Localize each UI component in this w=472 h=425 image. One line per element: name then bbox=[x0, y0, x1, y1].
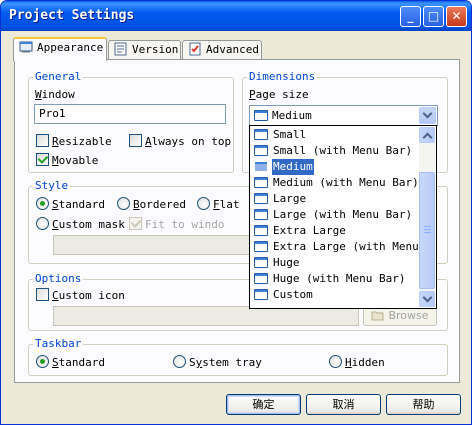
fit-to-window-label: Fit to windo bbox=[145, 218, 225, 231]
tab-advanced-label: Advanced bbox=[206, 43, 259, 56]
chevron-down-icon bbox=[422, 108, 433, 119]
page-size-icon bbox=[254, 225, 268, 236]
taskbar-legend: Taskbar bbox=[33, 337, 84, 350]
fit-to-window-checkbox[interactable] bbox=[129, 217, 142, 230]
page-size-icon bbox=[254, 161, 268, 172]
taskbar-system-tray-radio[interactable] bbox=[173, 355, 186, 368]
page-size-icon bbox=[254, 273, 268, 284]
page-size-icon bbox=[254, 241, 268, 252]
page-size-icon bbox=[254, 129, 268, 140]
mask-path-input[interactable] bbox=[53, 235, 253, 255]
taskbar-system-tray-label: System tray bbox=[189, 356, 262, 369]
dropdown-option[interactable]: Custom bbox=[250, 287, 420, 303]
maximize-button[interactable]: □ bbox=[423, 6, 444, 27]
scroll-up-button[interactable] bbox=[419, 127, 435, 143]
page-size-icon bbox=[254, 145, 268, 156]
resizable-checkbox[interactable] bbox=[36, 134, 49, 147]
icon-path-input[interactable] bbox=[53, 306, 359, 326]
minimize-button[interactable]: _ bbox=[400, 6, 421, 27]
dropdown-option[interactable]: Medium (with Menu Bar) bbox=[250, 175, 420, 191]
page-size-dropdown-list: Small Small (with Menu Bar) Medium Mediu… bbox=[249, 125, 437, 309]
dropdown-option[interactable]: Extra Large (with Menu Bar) bbox=[250, 239, 420, 255]
movable-checkbox[interactable] bbox=[36, 153, 49, 166]
taskbar-standard-label: Standard bbox=[52, 356, 105, 369]
page-size-icon bbox=[254, 257, 268, 268]
advanced-icon bbox=[189, 42, 201, 56]
dropdown-option[interactable]: Huge bbox=[250, 255, 420, 271]
ok-button[interactable]: 确定 bbox=[226, 394, 301, 415]
taskbar-hidden-radio[interactable] bbox=[329, 355, 342, 368]
style-flat-radio[interactable] bbox=[197, 197, 210, 210]
page-size-icon bbox=[254, 193, 268, 204]
page-size-value: Medium bbox=[272, 109, 312, 122]
minimize-icon: _ bbox=[407, 9, 414, 23]
title-bar[interactable]: Project Settings _ □ ✕ bbox=[1, 1, 471, 31]
taskbar-standard-radio[interactable] bbox=[36, 355, 49, 368]
dropdown-option[interactable]: Extra Large bbox=[250, 223, 420, 239]
page-size-select[interactable]: Medium bbox=[249, 105, 438, 126]
page-size-icon bbox=[254, 110, 268, 121]
close-button[interactable]: ✕ bbox=[446, 6, 467, 27]
style-bordered-label: Bordered bbox=[133, 198, 186, 211]
style-standard-label: Standard bbox=[52, 198, 105, 211]
scroll-thumb[interactable] bbox=[419, 172, 435, 289]
dropdown-option[interactable]: Large (with Menu Bar) bbox=[250, 207, 420, 223]
style-legend: Style bbox=[33, 179, 71, 192]
tab-version[interactable]: Version bbox=[108, 40, 181, 60]
style-custom-mask-label: Custom mask bbox=[52, 218, 125, 231]
dropdown-option[interactable]: Huge (with Menu Bar) bbox=[250, 271, 420, 287]
help-button[interactable]: 帮助 bbox=[386, 394, 461, 415]
window-name-input[interactable]: Pro1 bbox=[34, 104, 226, 124]
general-legend: General bbox=[33, 70, 84, 83]
always-on-top-checkbox[interactable] bbox=[129, 134, 142, 147]
style-bordered-radio[interactable] bbox=[117, 197, 130, 210]
project-settings-window: Project Settings _ □ ✕ Appearance Versio… bbox=[0, 0, 472, 425]
page-size-dropdown-button[interactable] bbox=[419, 107, 436, 124]
custom-icon-label: Custom icon bbox=[52, 289, 125, 302]
tab-version-label: Version bbox=[132, 43, 179, 56]
version-icon bbox=[114, 42, 127, 56]
options-legend: Options bbox=[33, 272, 84, 285]
chevron-up-icon bbox=[422, 132, 433, 143]
window-label: Window bbox=[35, 88, 75, 101]
browse-label: Browse bbox=[388, 309, 429, 322]
grip-line bbox=[424, 232, 431, 233]
custom-icon-checkbox[interactable] bbox=[36, 288, 49, 301]
dropdown-option[interactable]: Large bbox=[250, 191, 420, 207]
style-custom-mask-radio[interactable] bbox=[36, 217, 49, 230]
style-standard-radio[interactable] bbox=[36, 197, 49, 210]
folder-icon bbox=[371, 311, 384, 321]
page-size-icon bbox=[254, 209, 268, 220]
grip-line bbox=[424, 226, 431, 227]
grip-line bbox=[424, 229, 431, 230]
dimensions-legend: Dimensions bbox=[247, 70, 318, 83]
resizable-label: Resizable bbox=[52, 135, 112, 148]
window-title: Project Settings bbox=[9, 8, 135, 23]
dropdown-option-selected[interactable]: Medium bbox=[250, 159, 420, 175]
cancel-button[interactable]: 取消 bbox=[306, 394, 381, 415]
dropdown-scrollbar[interactable] bbox=[419, 127, 435, 307]
dropdown-option[interactable]: Small (with Menu Bar) bbox=[250, 143, 420, 159]
always-on-top-label: Always on top bbox=[145, 135, 232, 148]
style-flat-label: Flat bbox=[213, 198, 240, 211]
page-size-icon bbox=[254, 177, 268, 188]
chevron-down-icon bbox=[422, 292, 433, 303]
dropdown-option[interactable]: Small bbox=[250, 127, 420, 143]
tab-advanced[interactable]: Advanced bbox=[182, 40, 262, 60]
tab-appearance[interactable]: Appearance bbox=[13, 37, 107, 61]
movable-label: Movable bbox=[52, 154, 99, 167]
tab-appearance-label: Appearance bbox=[37, 41, 104, 54]
taskbar-hidden-label: Hidden bbox=[345, 356, 385, 369]
scroll-down-button[interactable] bbox=[419, 291, 435, 307]
close-icon: ✕ bbox=[451, 9, 462, 23]
page-size-label: Page size bbox=[249, 88, 309, 101]
maximize-icon: □ bbox=[427, 9, 440, 23]
page-size-icon bbox=[254, 289, 268, 300]
appearance-icon bbox=[19, 41, 33, 53]
